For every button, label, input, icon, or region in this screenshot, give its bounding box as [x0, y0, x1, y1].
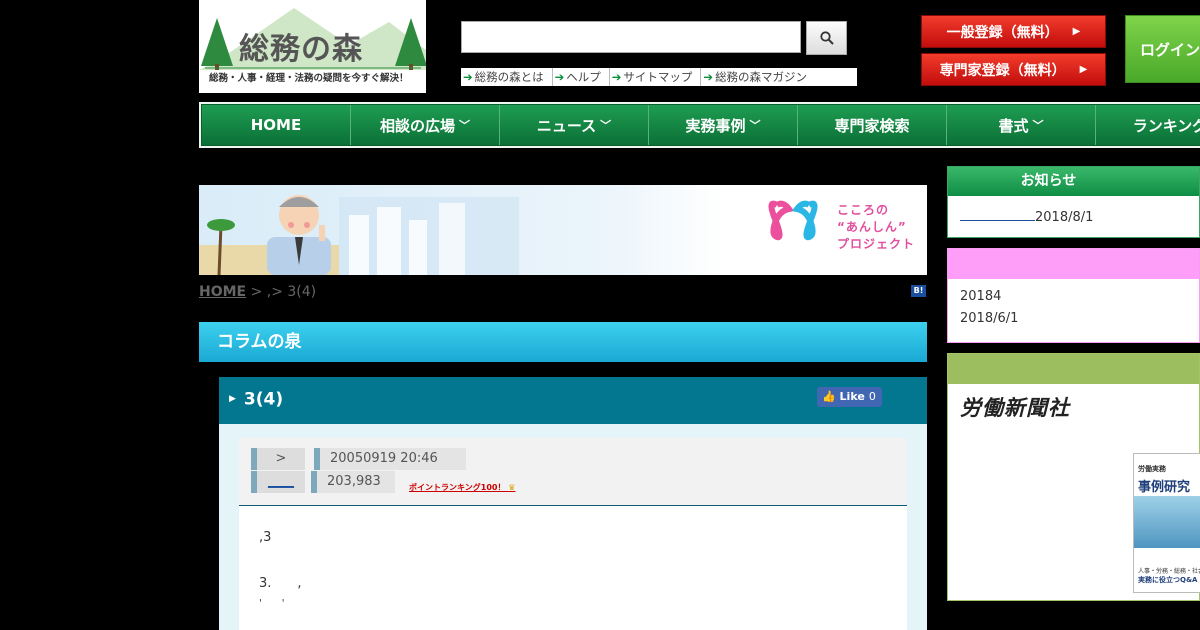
notice-date: 2018/8/1	[1035, 210, 1094, 225]
ad-banner[interactable]: こころの “あんしん” プロジェクト	[199, 185, 927, 275]
pink-box-line[interactable]: 2018/6/1	[960, 311, 1018, 326]
sublink-label: 総務の森マガジン	[715, 70, 808, 84]
login-button[interactable]: ログイン	[1125, 15, 1200, 83]
sublink-sitemap[interactable]: ➔ サイトマップ	[610, 68, 702, 86]
nav-forms[interactable]: 書式 ﹀	[947, 105, 1096, 145]
pink-box-header	[948, 249, 1199, 279]
main-nav: HOME 相談の広場 ﹀ ニュース ﹀ 実務事例 ﹀ 専門家検索 書式 ﹀ ランキング	[199, 102, 1200, 148]
book-cover-image	[1134, 496, 1200, 548]
chevron-down-icon: ﹀	[1032, 119, 1044, 132]
pink-box-line[interactable]: 20184	[960, 289, 1001, 304]
search-button[interactable]	[806, 21, 847, 55]
article-title: 3(4)	[243, 389, 284, 410]
publisher-logo[interactable]: 労働新聞社	[960, 392, 1070, 422]
triangle-right-icon: ▶	[1072, 26, 1081, 37]
crown-icon: ♛	[508, 483, 516, 492]
search-icon	[819, 31, 834, 45]
nav-label: 専門家検索	[834, 116, 910, 135]
book-title: 事例研究	[1138, 480, 1191, 495]
search-input[interactable]	[461, 21, 801, 53]
hatena-bookmark-icon[interactable]: B!	[911, 285, 926, 297]
banner-line: プロジェクト	[837, 237, 916, 251]
login-label: ログイン	[1140, 40, 1200, 59]
expert-register-label: 専門家登録（無料）	[939, 62, 1066, 79]
expert-register-button[interactable]: 専門家登録（無料） ▶	[921, 53, 1106, 86]
nav-expert-search[interactable]: 専門家検索	[798, 105, 947, 145]
chevron-down-icon: ﹀	[600, 119, 612, 132]
nav-label: 書式	[998, 116, 1029, 135]
banner-project-title: こころの “あんしん” プロジェクト	[837, 202, 915, 253]
logo-title: 総務の森	[239, 32, 363, 67]
article-card: ▶ 3(4) 👍 Like 0 > 20050919 20:46 ____ 203,…	[219, 377, 927, 630]
publisher-box: 労働新聞社 労働実務 事例研究 人事・労務・総務・社会保 実務に役立つQ&A	[947, 353, 1200, 601]
nav-home[interactable]: HOME	[202, 105, 351, 145]
thumbs-up-icon: 👍	[822, 390, 836, 403]
publisher-box-header	[948, 354, 1199, 384]
arrow-right-icon: ➔	[611, 70, 622, 84]
arrow-right-icon: ➔	[554, 70, 565, 84]
sublink-help[interactable]: ➔ ヘルプ	[553, 68, 610, 86]
notice-link[interactable]	[960, 207, 1035, 221]
triangle-right-icon: ▶	[229, 394, 236, 404]
book-tagline: 実務に役立つQ&A	[1138, 576, 1198, 584]
general-register-button[interactable]: 一般登録（無料） ▶	[921, 15, 1106, 48]
notice-box: お知らせ 2018/8/1	[947, 166, 1200, 238]
sublink-label: サイトマップ	[623, 70, 693, 84]
chevron-down-icon: ﹀	[749, 119, 761, 132]
banner-illustration	[199, 185, 927, 275]
breadcrumb-path: > ,> 3(4)	[246, 284, 317, 300]
triangle-right-icon: ▶	[1079, 64, 1088, 75]
article-body: > 20050919 20:46 ____ 203,983 ポイントランキング1…	[239, 438, 907, 630]
post-datetime: 20050919 20:46	[314, 448, 466, 470]
sublink-about[interactable]: ➔ 総務の森とは	[461, 68, 553, 86]
breadcrumb: HOME > ,> 3(4)	[199, 284, 316, 300]
nav-label: 相談の広場	[379, 116, 455, 135]
nav-label: HOME	[250, 116, 302, 134]
author-link[interactable]: ____	[251, 471, 305, 493]
arrow-right-icon: ➔	[463, 70, 473, 84]
article-paragraph: ' '	[259, 598, 285, 609]
sublink-magazine[interactable]: ➔ 総務の森マガジン	[701, 68, 815, 86]
sublink-label: ヘルプ	[566, 70, 601, 84]
like-label: Like	[839, 390, 865, 403]
notice-item[interactable]: 2018/8/1	[960, 207, 1093, 225]
nav-label: 実務事例	[685, 116, 746, 135]
nav-label: ニュース	[536, 116, 597, 135]
site-logo[interactable]: 総務の森 総務・人事・経理・法務の疑問を今すぐ解決！	[199, 0, 426, 93]
arrow-right-icon: ➔	[703, 70, 714, 84]
nav-ranking[interactable]: ランキング	[1096, 105, 1200, 145]
book-cover[interactable]: 労働実務 事例研究 人事・労務・総務・社会保 実務に役立つQ&A	[1133, 453, 1200, 593]
book-caption: 人事・労務・総務・社会保	[1138, 568, 1200, 575]
point-ranking-label: ポイントランキング100！	[409, 483, 506, 492]
banner-line: “あんしん”	[837, 220, 907, 234]
facebook-like-button[interactable]: 👍 Like 0	[817, 387, 882, 407]
header-sublinks: ➔ 総務の森とは ➔ ヘルプ ➔ サイトマップ ➔ 総務の森マガジン	[461, 68, 857, 86]
category-tag[interactable]: >	[251, 448, 305, 470]
notice-title: お知らせ	[948, 167, 1199, 196]
logo-subtitle: 総務・人事・経理・法務の疑問を今すぐ解決！	[209, 73, 409, 84]
banner-line: こころの	[837, 203, 890, 217]
article-paragraph: 3. ,	[259, 576, 302, 591]
nav-consultation[interactable]: 相談の広場 ﹀	[351, 105, 500, 145]
like-count: 0	[868, 390, 876, 403]
nav-case-studies[interactable]: 実務事例 ﹀	[649, 105, 798, 145]
article-paragraph: ,3	[259, 530, 272, 545]
general-register-label: 一般登録（無料）	[946, 24, 1059, 41]
article-meta: > 20050919 20:46 ____ 203,983 ポイントランキング1…	[239, 438, 907, 506]
point-ranking-link[interactable]: ポイントランキング100！ ♛	[409, 482, 515, 493]
nav-label: ランキング	[1132, 116, 1200, 135]
chevron-down-icon: ﹀	[459, 119, 470, 132]
nav-news[interactable]: ニュース ﹀	[500, 105, 649, 145]
view-count: 203,983	[311, 471, 395, 493]
sublink-label: 総務の森とは	[474, 70, 544, 84]
breadcrumb-home-link[interactable]: HOME	[199, 284, 246, 300]
pink-info-box: 20184 2018/6/1	[947, 248, 1200, 343]
section-title: コラムの泉	[199, 322, 927, 362]
book-series: 労働実務	[1138, 465, 1166, 473]
